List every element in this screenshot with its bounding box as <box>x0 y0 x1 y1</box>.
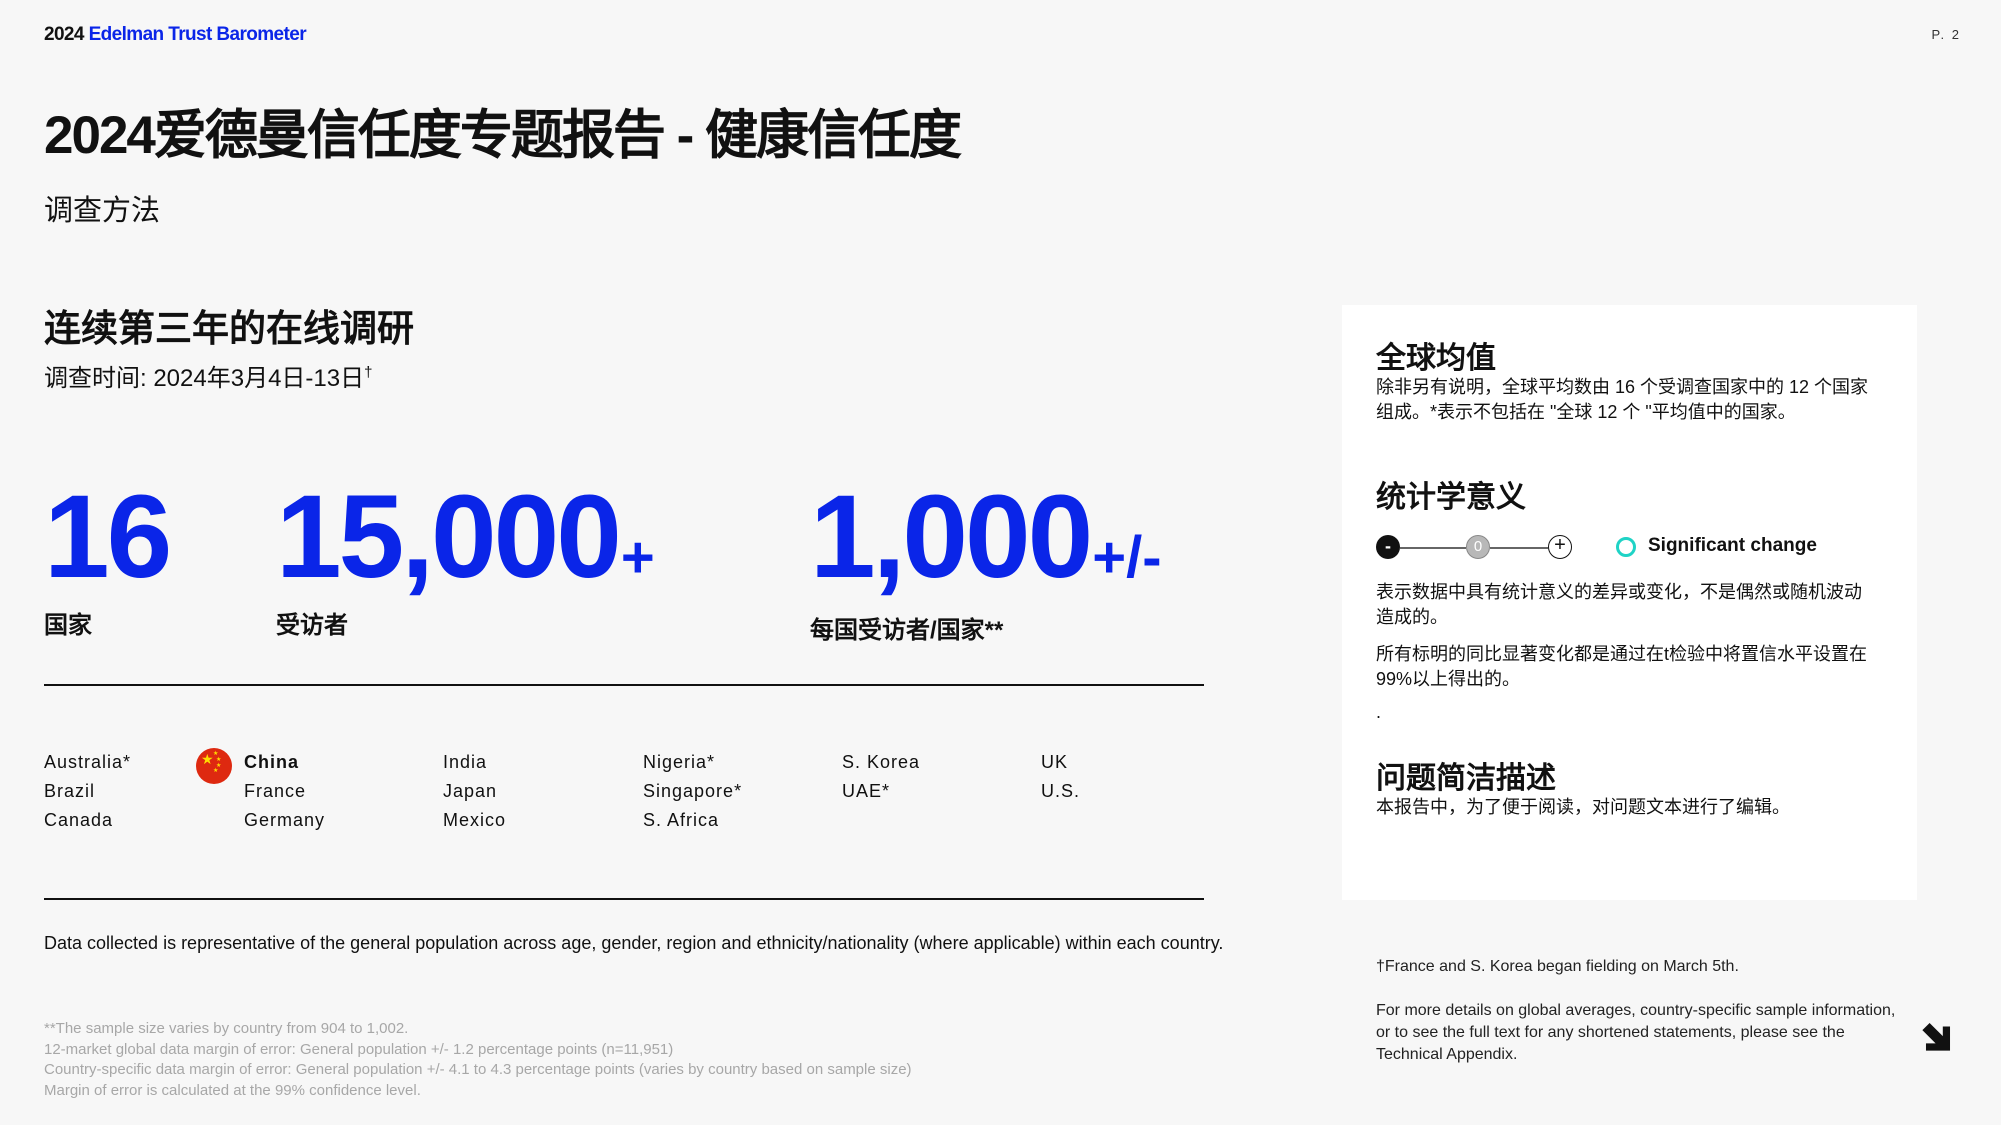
significance-scale: - 0 + Significant change <box>1376 533 1876 563</box>
country-column-4: Nigeria* Singapore* S. Africa <box>643 748 742 835</box>
country-item-highlighted: China <box>244 752 300 772</box>
stat-countries-label: 国家 <box>44 612 92 639</box>
stat-per-country-label: 每国受访者/国家** <box>810 617 1004 644</box>
page-title: 2024爱德曼信任度专题报告 - 健康信任度 <box>44 106 962 165</box>
fielding-note: †France and S. Korea began fielding on M… <box>1376 958 1739 975</box>
statistical-significance-title: 统计学意义 <box>1376 481 1526 514</box>
country-item: UK <box>1041 752 1069 772</box>
fine-print-line: 12-market global data margin of error: G… <box>44 1040 674 1058</box>
stat-per-country-suffix: +/- <box>1092 525 1162 590</box>
scale-minus-icon: - <box>1376 535 1400 559</box>
country-column-3: India Japan Mexico <box>443 748 506 835</box>
stat-per-country-number: 1,000+/- <box>810 478 1162 596</box>
country-item: U.S. <box>1041 781 1081 801</box>
country-item: Germany <box>244 810 326 830</box>
scale-plus-icon: + <box>1548 535 1572 559</box>
fine-print-line: Margin of error is calculated at the 99%… <box>44 1081 421 1099</box>
scale-line <box>1490 547 1548 549</box>
page-subtitle: 调查方法 <box>44 195 161 227</box>
stat-countries-number: 16 <box>44 478 172 596</box>
country-item: France <box>244 781 307 801</box>
stat-per-country-value: 1,000 <box>810 471 1093 603</box>
country-item: Brazil <box>44 781 96 801</box>
data-collected-note: Data collected is representative of the … <box>44 933 1224 953</box>
page-number: P. 2 <box>1931 27 1961 42</box>
country-list: Australia* Brazil Canada ★ ★ ★ ★ ★ China… <box>44 748 1194 838</box>
stat-countries-value: 16 <box>44 471 172 603</box>
brief-description-title: 问题简洁描述 <box>1376 762 1556 795</box>
survey-heading: 连续第三年的在线调研 <box>44 308 414 349</box>
country-column-5: S. Korea UAE* <box>842 748 920 806</box>
fine-print-line: **The sample size varies by country from… <box>44 1020 409 1037</box>
stat-respondents-value: 15,000 <box>276 471 622 603</box>
statistical-significance-text-2: 所有标明的同比显著变化都是通过在t检验中将置信水平设置在99%以上得出的。 <box>1376 644 1867 689</box>
significant-change-ring-icon <box>1616 537 1636 557</box>
fine-print-line: Country-specific data margin of error: G… <box>44 1061 912 1078</box>
fine-print: **The sample size varies by country from… <box>44 1019 912 1101</box>
country-column-6: UK U.S. <box>1041 748 1080 806</box>
footnotes: †France and S. Korea began fielding on M… <box>1376 956 1896 1066</box>
country-item: UAE* <box>842 781 891 801</box>
survey-date: 调查时间: 2024年3月4日-13日† <box>44 358 372 393</box>
country-item: S. Korea <box>842 752 921 772</box>
global-average-title: 全球均值 <box>1376 342 1496 375</box>
brand-logo: 2024 Edelman Trust Barometer <box>44 24 307 46</box>
stat-respondents-label: 受访者 <box>276 612 348 639</box>
country-item: Mexico <box>443 810 507 830</box>
divider-top <box>44 684 1204 686</box>
brand-year: 2024 <box>44 24 84 45</box>
china-flag-icon: ★ ★ ★ ★ ★ <box>196 748 232 784</box>
country-item: Singapore* <box>643 781 743 801</box>
statistical-significance-text-1: 表示数据中具有统计意义的差异或变化，不是偶然或随机波动造成的。 <box>1376 582 1862 627</box>
next-arrow-icon[interactable] <box>1918 1018 1958 1058</box>
statistical-significance-text-3: . <box>1376 702 1382 722</box>
country-item: India <box>443 752 488 772</box>
global-average-text: 除非另有说明，全球平均数由 16 个受调查国家中的 12 个国家组成。*表示不包… <box>1376 377 1869 422</box>
country-item: Nigeria* <box>643 752 716 772</box>
significant-change-label: Significant change <box>1648 535 1817 556</box>
country-item: S. Africa <box>643 810 720 830</box>
country-column-1: Australia* Brazil Canada <box>44 748 131 835</box>
country-item: Australia* <box>44 752 132 772</box>
country-item: Japan <box>443 781 498 801</box>
survey-date-text: 调查时间: 2024年3月4日-13日 <box>44 365 365 392</box>
divider-bottom <box>44 898 1204 900</box>
info-panel: 全球均值 除非另有说明，全球平均数由 16 个受调查国家中的 12 个国家组成。… <box>1342 305 1917 900</box>
survey-date-mark: † <box>364 364 373 381</box>
scale-zero-icon: 0 <box>1466 535 1490 559</box>
country-column-2: China France Germany <box>244 748 325 835</box>
country-item: Canada <box>44 810 114 830</box>
brand-name: Edelman Trust Barometer <box>88 24 307 45</box>
stat-respondents-suffix: + <box>620 525 655 590</box>
scale-line <box>1400 547 1466 549</box>
details-note: For more details on global averages, cou… <box>1376 1002 1896 1063</box>
brief-description-text: 本报告中，为了便于阅读，对问题文本进行了编辑。 <box>1376 797 1790 817</box>
stat-respondents-number: 15,000+ <box>276 478 655 596</box>
